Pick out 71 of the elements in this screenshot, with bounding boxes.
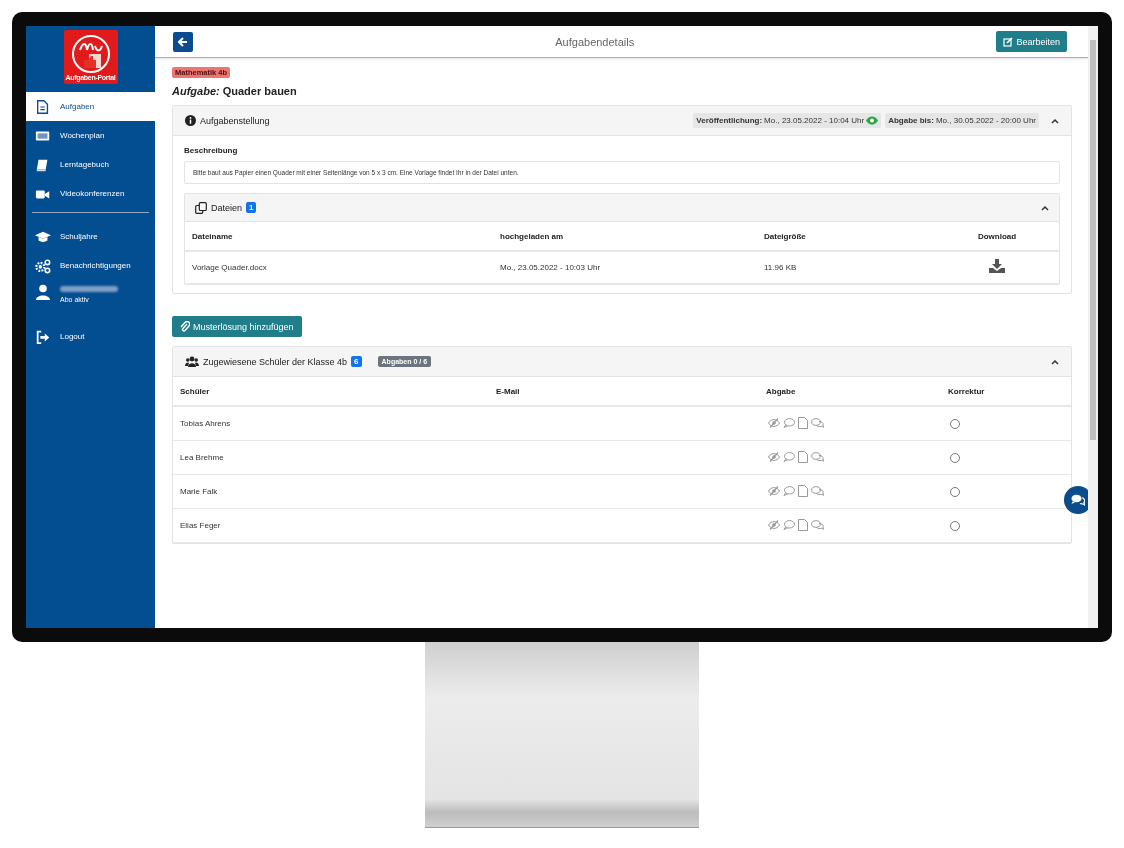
eye-slash-icon (768, 452, 780, 462)
arrow-left-icon (178, 36, 188, 47)
table-cell: Elias Feger (173, 508, 495, 543)
speech-bubble-icon (783, 452, 795, 462)
info-icon (185, 115, 196, 126)
file-icon (798, 451, 808, 463)
column-header: Abgabe (765, 377, 947, 406)
column-header: Download (935, 222, 1059, 251)
gears-icon (35, 257, 51, 274)
speech-bubble-icon (783, 418, 795, 428)
download-icon (989, 259, 1005, 273)
panel-title: Zugewiesene Schüler der Klasse 4b (203, 356, 348, 367)
user-icon (35, 284, 51, 300)
table-cell: Tobias Ahrens (173, 406, 495, 441)
table-cell: Marie Falk (173, 474, 495, 509)
sidebar-item[interactable]: Schuljahre (26, 222, 155, 251)
add-solution-button[interactable]: Musterlösung hinzufügen (172, 316, 302, 337)
table-cell: 11.96 KB (763, 251, 935, 284)
eye-slash-icon (768, 520, 780, 530)
sidebar-item[interactable]: Aufgaben (26, 92, 155, 121)
column-header: Korrektur (947, 377, 1071, 406)
edit-button[interactable]: Bearbeiten (996, 31, 1067, 52)
column-header: Dateigröße (763, 222, 935, 251)
download-button[interactable] (989, 259, 1005, 276)
column-header: Schüler (173, 377, 495, 406)
column-header: Dateiname (185, 222, 499, 251)
chevron-up-icon (1051, 358, 1059, 365)
speech-bubble-icon (783, 520, 795, 530)
comments-icon (811, 486, 824, 496)
description-label: Beschreibung (184, 146, 239, 155)
comments-icon (811, 452, 824, 462)
table-cell: Mo., 23.05.2022 - 10:03 Uhr (499, 251, 763, 284)
logo-emblem-icon (70, 33, 111, 74)
blurred-email (60, 286, 118, 292)
logout-icon (35, 328, 51, 345)
page-title: Aufgabendetails (555, 35, 635, 48)
scrollbar[interactable] (1088, 26, 1098, 628)
panel-title: Dateien (211, 202, 243, 213)
chevron-up-icon (1051, 117, 1059, 124)
copy-icon (195, 201, 207, 214)
edit-icon (1003, 36, 1014, 47)
table-cell: Vorlage Quader.docx (185, 251, 499, 284)
comments-icon (811, 520, 824, 530)
file-icon (798, 485, 808, 497)
speech-bubble-icon (783, 486, 795, 496)
table-cell: Lea Brehme (173, 440, 495, 475)
scrollbar-thumb[interactable] (1090, 40, 1096, 440)
chat-icon (1071, 494, 1085, 506)
sidebar-item[interactable]: Videokonferenzen (26, 179, 155, 208)
panel-title: Aufgabenstellung (200, 115, 270, 126)
column-header: E-Mail (495, 377, 765, 406)
comments-icon (811, 418, 824, 428)
eye-slash-icon (768, 418, 780, 428)
count-badge: 1 (246, 202, 257, 213)
sidebar-item[interactable]: Lerntagebuch (26, 150, 155, 179)
paperclip-icon (180, 321, 190, 332)
due-date-badge: Abgabe bis: Mo., 30.05.2022 - 20:00 Uhr (885, 113, 1039, 128)
file-icon (798, 417, 808, 429)
sidebar-item[interactable]: Benachrichtigungen (26, 251, 155, 280)
back-button[interactable] (173, 31, 193, 52)
file-icon (798, 519, 808, 531)
eye-slash-icon (768, 486, 780, 496)
sidebar-item[interactable]: Wochenplan (26, 121, 155, 150)
users-icon (185, 356, 199, 367)
document-icon (35, 98, 51, 115)
column-header: hochgeladen am (499, 222, 763, 251)
publish-date-badge: Veröffentlichung: Mo., 23.05.2022 - 10:04 Uhr (693, 113, 882, 128)
count-badge: 6 (351, 356, 362, 367)
task-heading: Aufgabe: Quader bauen (172, 85, 298, 97)
sidebar-item[interactable]: Logout (26, 322, 155, 351)
chevron-up-icon (1041, 204, 1049, 211)
